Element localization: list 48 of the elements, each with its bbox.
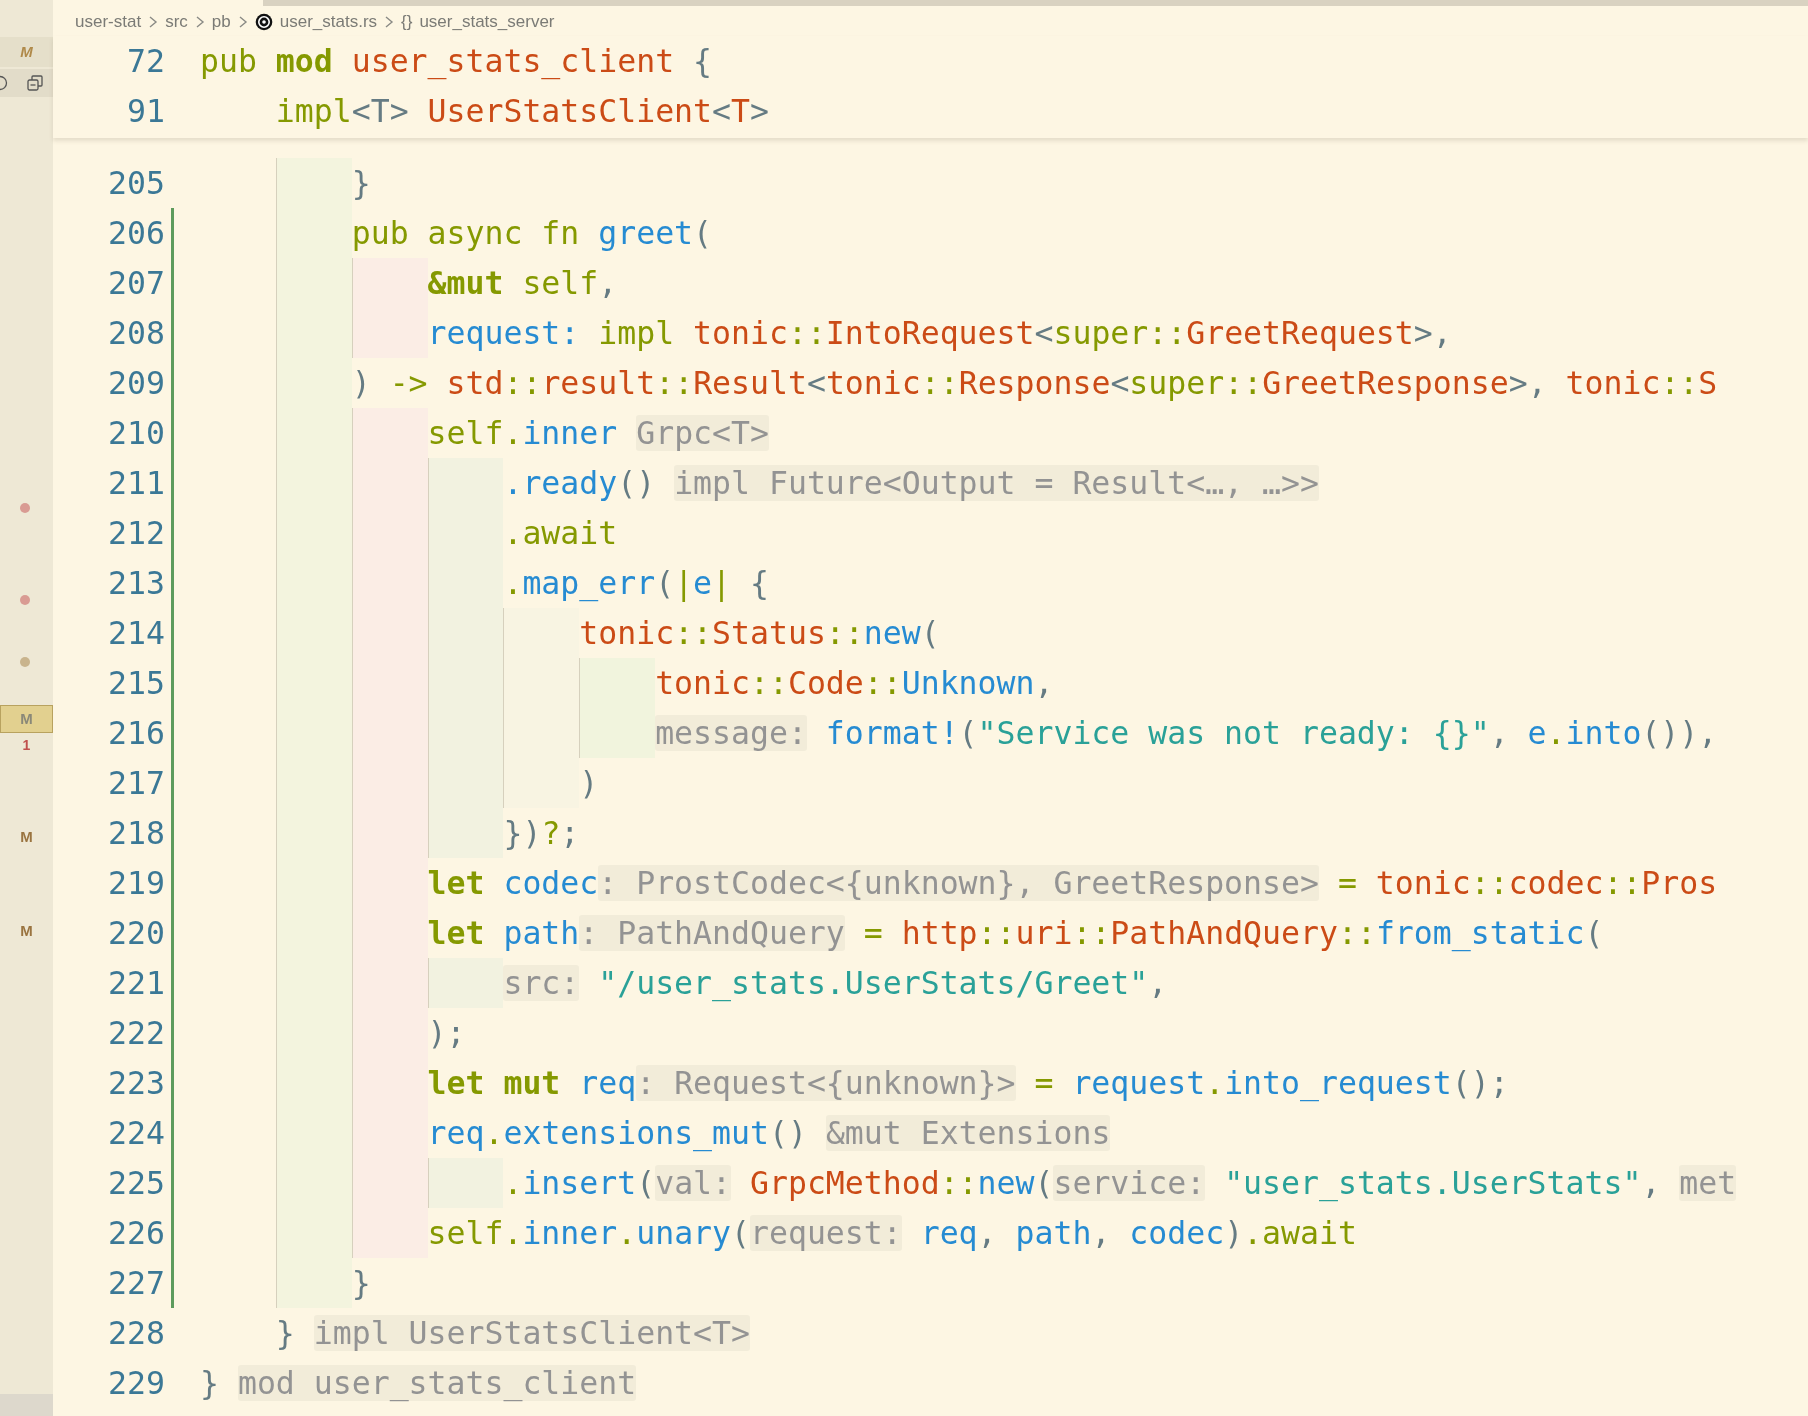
line-number: 220 <box>107 914 165 953</box>
line-number: 91 <box>126 92 165 131</box>
line-number: 206 <box>107 214 165 253</box>
status-letter[interactable]: M <box>0 917 53 945</box>
line-number: 221 <box>107 964 165 1003</box>
line-number: 217 <box>107 764 165 803</box>
chevron-icon <box>237 15 248 29</box>
line-number: 207 <box>107 264 165 303</box>
line-number: 228 <box>107 1314 165 1353</box>
line-number: 216 <box>107 714 165 753</box>
line-number: 212 <box>107 514 165 553</box>
copy-icon <box>27 75 43 91</box>
status-letter[interactable]: M <box>0 823 53 851</box>
line-number: 223 <box>107 1064 165 1103</box>
line-number: 205 <box>107 164 165 203</box>
line-number: 227 <box>107 1264 165 1303</box>
line-number: 215 <box>107 664 165 703</box>
status-letter[interactable]: M <box>0 37 53 67</box>
line-number: 224 <box>107 1114 165 1153</box>
problem-count: 1 <box>21 735 32 755</box>
code-line: impl<T> UserStatsClient<T> <box>274 92 770 131</box>
line-number: 218 <box>107 814 165 853</box>
line-number: 229 <box>107 1364 165 1403</box>
scrollbar-thumb[interactable] <box>263 0 1808 6</box>
line-number: 222 <box>107 1014 165 1053</box>
chevron-icon <box>148 15 159 29</box>
line-number: 219 <box>107 864 165 903</box>
breadcrumb-item[interactable]: user_stats_server <box>419 9 555 35</box>
status-letter[interactable]: M <box>0 705 53 733</box>
line-number: 214 <box>107 614 165 653</box>
line-number: 209 <box>107 364 165 403</box>
line-number: 211 <box>107 464 165 503</box>
panel-footer <box>0 1394 53 1416</box>
line-number: 210 <box>107 414 165 453</box>
line-number: 225 <box>107 1164 165 1203</box>
line-number: 72 <box>126 42 165 81</box>
line-number: 226 <box>107 1214 165 1253</box>
breadcrumb-item[interactable]: user_stats.rs <box>279 9 378 35</box>
breadcrumb-item[interactable]: src <box>165 9 188 35</box>
breadcrumb-item[interactable]: user-stat <box>75 9 142 35</box>
symbol-glyph: {} <box>401 11 413 34</box>
line-number: 208 <box>107 314 165 353</box>
code-line: } mod user_stats_client <box>200 1364 638 1404</box>
line-number: 213 <box>107 564 165 603</box>
breadcrumb-item[interactable]: pb <box>211 9 231 35</box>
chevron-icon <box>384 15 395 29</box>
code-line: pub mod user_stats_client { <box>200 42 714 82</box>
chevron-icon <box>194 15 205 29</box>
